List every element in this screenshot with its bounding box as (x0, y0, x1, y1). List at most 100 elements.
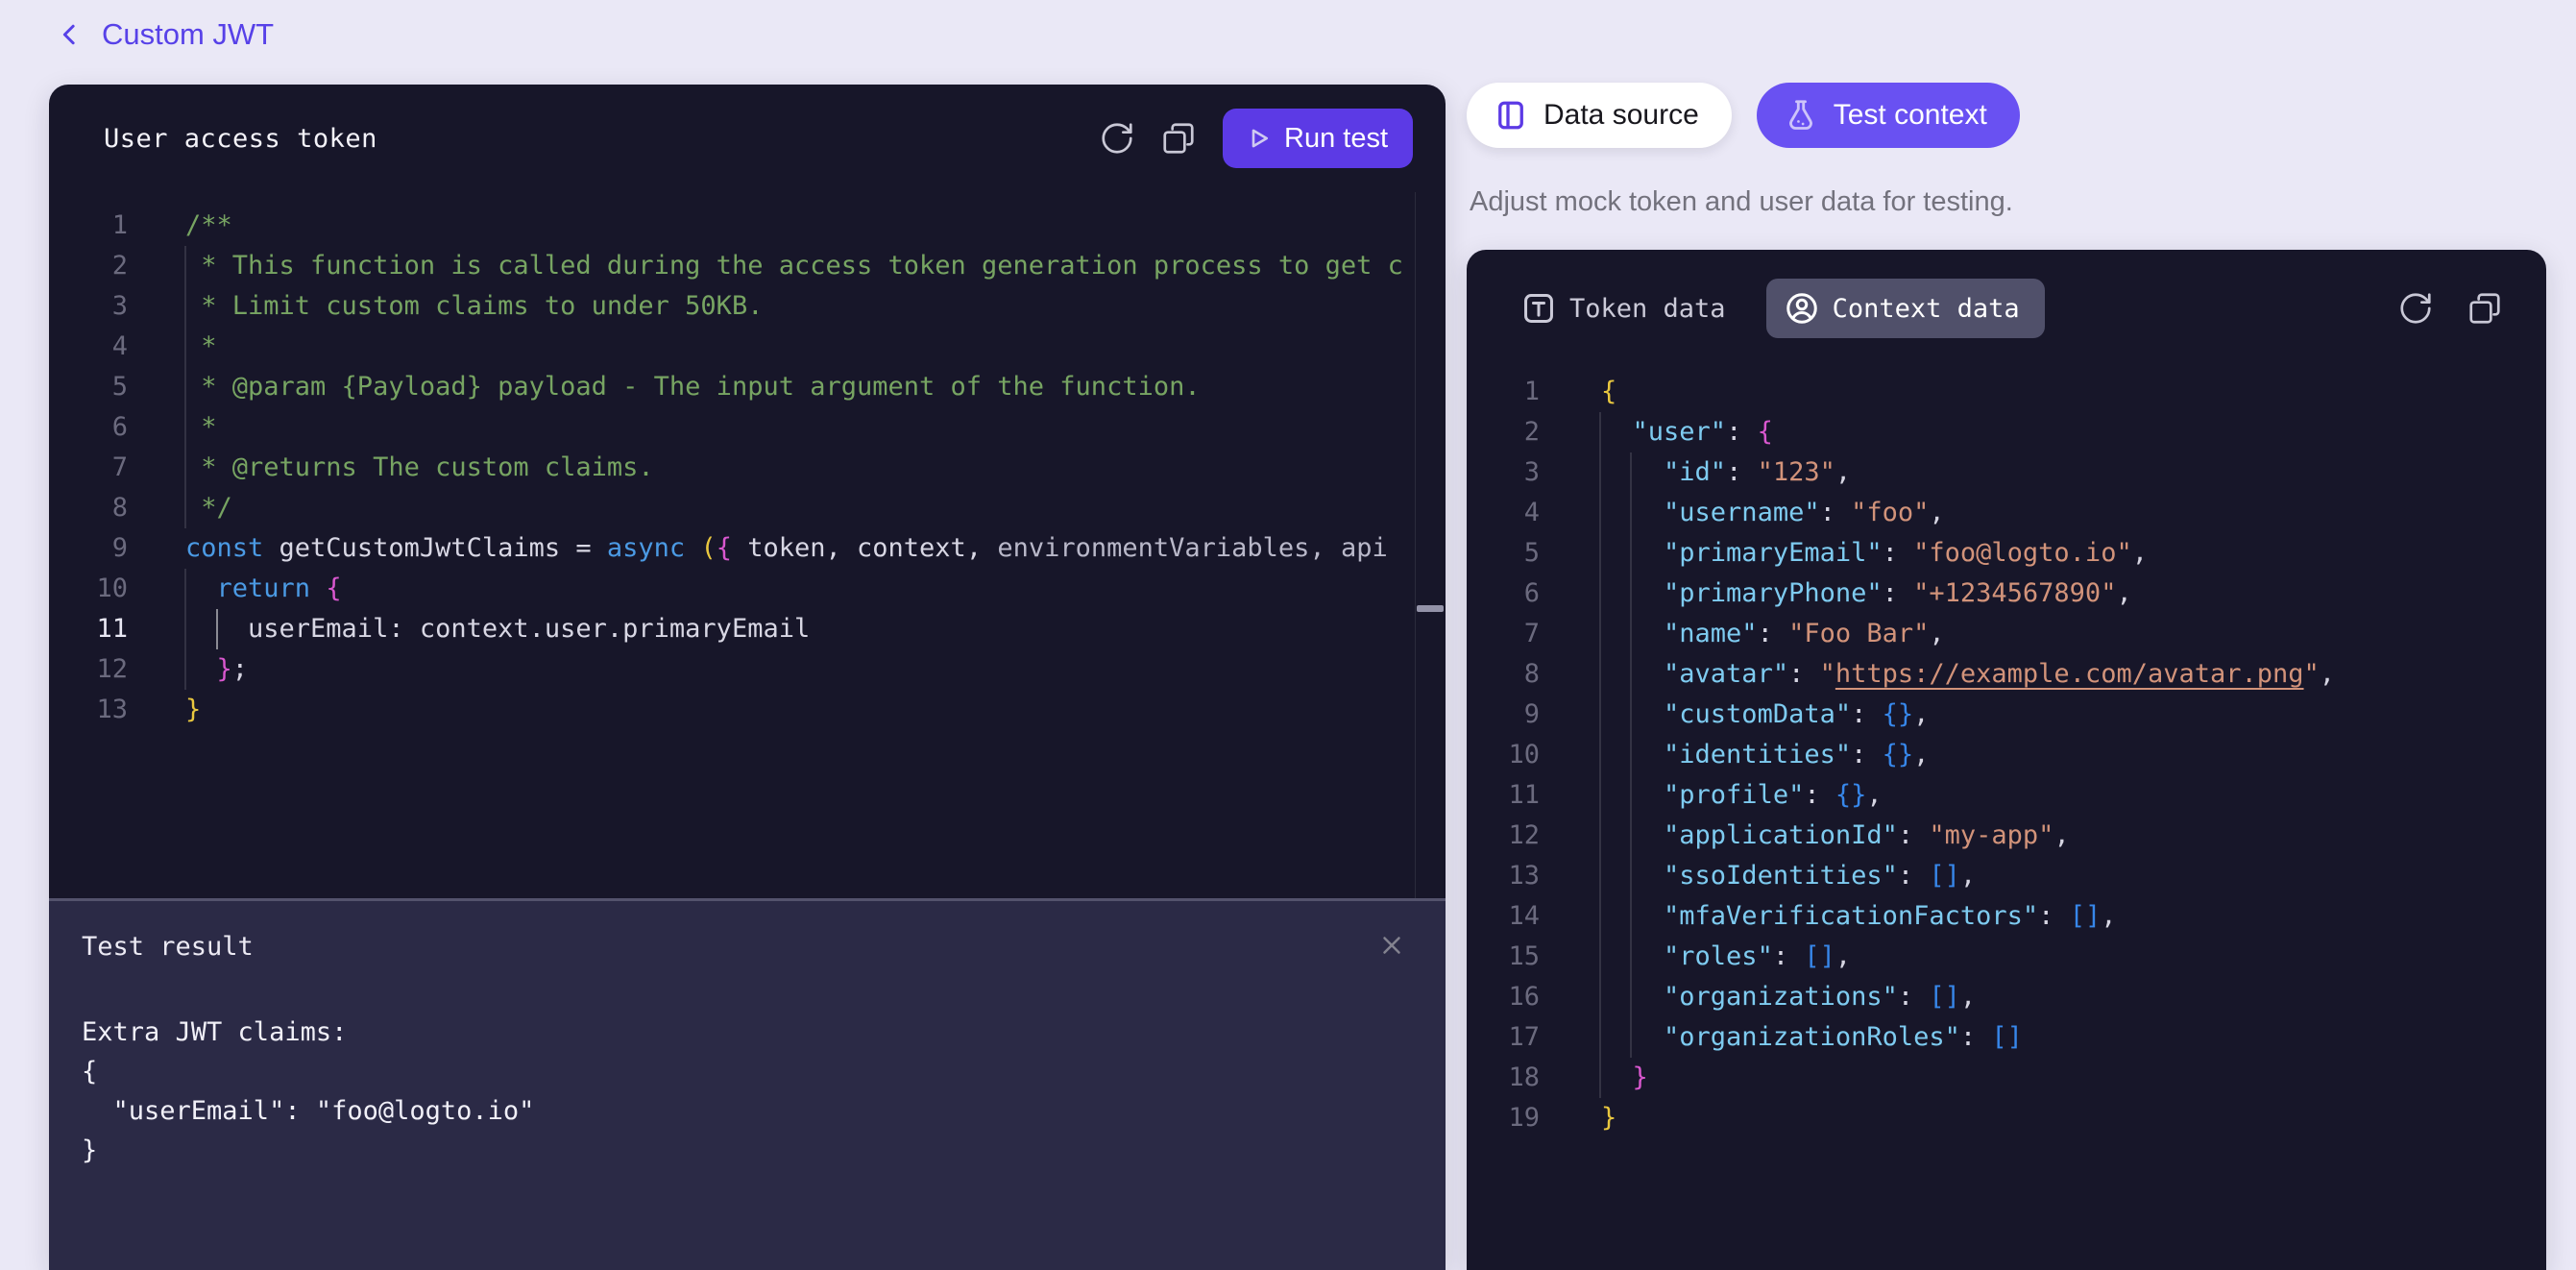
chevron-left-icon[interactable] (56, 20, 85, 49)
code-line: 5 "primaryEmail": "foo@logto.io", (1467, 533, 2546, 574)
code-line: 16 "organizations": [], (1467, 977, 2546, 1017)
code-line-content: * @param {Payload} payload - The input a… (185, 367, 1201, 407)
tab-context-data[interactable]: Context data (1766, 279, 2045, 338)
line-number: 12 (49, 649, 128, 690)
breadcrumb: Custom JWT (56, 12, 274, 58)
line-number: 6 (49, 407, 128, 448)
line-number: 10 (1467, 735, 1540, 775)
line-number: 5 (49, 367, 128, 407)
line-number: 17 (1467, 1017, 1540, 1058)
mode-pills: Data source Test context (1467, 83, 2020, 148)
line-number: 18 (1467, 1058, 1540, 1098)
line-number: 3 (49, 286, 128, 327)
code-line: 3 * Limit custom claims to under 50KB. (49, 286, 1446, 327)
code-line-content: "avatar": "https://example.com/avatar.pn… (1601, 654, 2335, 695)
code-line: 18 } (1467, 1058, 2546, 1098)
code-line-content: "roles": [], (1601, 937, 1851, 977)
code-line: 8 "avatar": "https://example.com/avatar.… (1467, 654, 2546, 695)
code-line-content: }; (185, 649, 248, 690)
line-number: 11 (1467, 775, 1540, 816)
data-source-pill[interactable]: Data source (1467, 83, 1732, 148)
line-number: 14 (1467, 896, 1540, 937)
play-icon (1244, 124, 1273, 153)
code-line: 4 "username": "foo", (1467, 493, 2546, 533)
copy-code-button[interactable] (1157, 117, 1200, 159)
close-test-result-button[interactable] (1371, 924, 1413, 966)
code-line: 12 "applicationId": "my-app", (1467, 816, 2546, 856)
refresh-icon (2397, 290, 2434, 327)
code-line-content: "identities": {}, (1601, 735, 1929, 775)
line-number: 2 (49, 246, 128, 286)
code-line-content: "applicationId": "my-app", (1601, 816, 2070, 856)
token-editor-panel: User access token Run test 1/**2 * This … (49, 85, 1446, 1270)
code-line-content: } (1601, 1098, 1616, 1138)
line-number: 16 (1467, 977, 1540, 1017)
code-line: 9 "customData": {}, (1467, 695, 2546, 735)
tab-token-data-label: Token data (1569, 294, 1726, 324)
code-line-content: */ (185, 488, 232, 528)
test-context-pill[interactable]: Test context (1757, 83, 2020, 148)
indent-guide (184, 246, 186, 528)
code-line-content: "primaryPhone": "+1234567890", (1601, 574, 2132, 614)
caption-text: Adjust mock token and user data for test… (1470, 183, 2545, 221)
code-editor[interactable]: 1/**2 * This function is called during t… (49, 192, 1446, 898)
indent-guide (1630, 452, 1632, 1058)
data-source-label: Data source (1543, 99, 1699, 132)
overview-ruler-border (1415, 192, 1416, 898)
json-editor[interactable]: 1{2 "user": {3 "id": "123",4 "username":… (1467, 367, 2546, 1270)
code-line: 19} (1467, 1098, 2546, 1138)
reset-code-button[interactable] (1096, 117, 1138, 159)
flask-icon (1784, 98, 1818, 133)
back-link-custom-jwt[interactable]: Custom JWT (102, 17, 274, 52)
code-line: 3 "id": "123", (1467, 452, 2546, 493)
code-line-content: * (185, 327, 217, 367)
indent-guide (184, 569, 186, 690)
line-number: 15 (1467, 937, 1540, 977)
line-number: 1 (49, 206, 128, 246)
mock-data-panel: Token data Context data 1{2 "user": {3 (1467, 250, 2546, 1270)
token-data-icon (1520, 290, 1557, 327)
reset-data-button[interactable] (2394, 287, 2437, 330)
refresh-icon (1099, 120, 1135, 157)
code-line-content: "primaryEmail": "foo@logto.io", (1601, 533, 2148, 574)
code-line: 11 "profile": {}, (1467, 775, 2546, 816)
line-number: 12 (1467, 816, 1540, 856)
code-line-content: "profile": {}, (1601, 775, 1883, 816)
custom-jwt-tester-page: { "breadcrumb": { "label": "Custom JWT" … (0, 0, 2576, 1270)
code-line: 17 "organizationRoles": [] (1467, 1017, 2546, 1058)
test-result-title: Test result (82, 932, 254, 962)
code-line-content: { (1601, 372, 1616, 412)
code-line-content: return { (185, 569, 342, 609)
code-line: 6 * (49, 407, 1446, 448)
code-line: 13} (49, 690, 1446, 730)
tab-context-data-label: Context data (1833, 294, 2020, 324)
code-line: 1 /** (49, 206, 1446, 246)
code-line-content: const getCustomJwtClaims = async ({ toke… (185, 528, 1388, 569)
code-line: 13 "ssoIdentities": [], (1467, 856, 2546, 896)
copy-icon (1160, 120, 1197, 157)
copy-data-button[interactable] (2464, 287, 2506, 330)
line-number: 9 (49, 528, 128, 569)
run-test-button[interactable]: Run test (1223, 109, 1413, 168)
code-line-content: * (185, 407, 217, 448)
line-number: 7 (1467, 614, 1540, 654)
code-line: 6 "primaryPhone": "+1234567890", (1467, 574, 2546, 614)
close-icon (1377, 931, 1406, 960)
panel-title: User access token (104, 124, 377, 154)
token-editor-header: User access token Run test (49, 85, 1446, 192)
context-data-icon (1784, 290, 1820, 327)
run-test-label: Run test (1284, 123, 1388, 155)
code-line-content: * This function is called during the acc… (185, 246, 1403, 286)
code-line-content: /** (185, 206, 232, 246)
code-line: 2 * This function is called during the a… (49, 246, 1446, 286)
line-number: 1 (1467, 372, 1540, 412)
code-line-content: "name": "Foo Bar", (1601, 614, 1945, 654)
tab-token-data[interactable]: Token data (1520, 290, 1726, 327)
line-number: 3 (1467, 452, 1540, 493)
code-line: 1{ (1467, 372, 2546, 412)
layout-sidebar-icon (1494, 98, 1528, 133)
code-line: 12 }; (49, 649, 1446, 690)
test-context-label: Test context (1834, 99, 1987, 132)
scrollbar-thumb[interactable] (1417, 605, 1444, 612)
test-result-output: Extra JWT claims: { "userEmail": "foo@lo… (82, 1013, 534, 1170)
